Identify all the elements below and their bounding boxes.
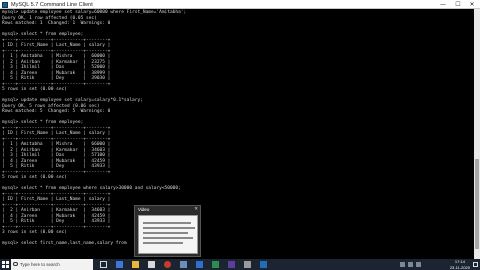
maximize-button[interactable]: ☐ xyxy=(451,0,465,9)
thumbnail-row xyxy=(143,242,183,244)
scrollbar-thumb[interactable] xyxy=(475,159,479,249)
store-icon[interactable] xyxy=(148,261,155,268)
app-icon[interactable] xyxy=(260,261,267,268)
thumbnail-row xyxy=(143,227,195,229)
video-thumbnail[interactable] xyxy=(138,215,198,254)
volume-icon[interactable] xyxy=(408,262,413,267)
app-icon[interactable] xyxy=(228,261,235,268)
close-button[interactable]: ✕ xyxy=(465,0,479,9)
minimize-button[interactable]: — xyxy=(436,0,450,9)
video-popup-title: Video xyxy=(138,207,150,212)
window-titlebar[interactable]: MySQL 5.7 Command Line Client — ☐ ✕ xyxy=(0,0,480,9)
notification-icon[interactable] xyxy=(473,262,478,267)
file-explorer-icon[interactable] xyxy=(132,261,139,268)
search-placeholder: Type here to search xyxy=(20,262,60,267)
task-view-icon[interactable] xyxy=(100,261,107,268)
windows-logo-icon xyxy=(6,261,9,264)
start-button[interactable] xyxy=(0,259,11,270)
network-icon[interactable] xyxy=(400,262,405,267)
clock-date: 23-11-2020 xyxy=(449,264,470,270)
taskbar-search-input[interactable]: Type here to search xyxy=(11,259,93,270)
clock[interactable]: 17:14 23-11-2020 xyxy=(450,259,470,270)
console-line: mysql> update employee set salary=60000 … xyxy=(2,10,187,15)
word-icon[interactable] xyxy=(196,261,203,268)
thumbnail-row xyxy=(143,222,191,224)
excel-icon[interactable] xyxy=(212,261,219,268)
thumbnail-row xyxy=(143,237,193,239)
console-line: mysql> select * from employee where sala… xyxy=(2,186,181,191)
mysql-taskbar-icon[interactable] xyxy=(180,261,187,268)
search-icon xyxy=(13,261,18,266)
thumbnail-row xyxy=(143,232,188,234)
windows-logo-icon xyxy=(2,261,5,264)
video-popup-close-icon[interactable]: ✕ xyxy=(194,207,198,213)
vertical-scrollbar[interactable] xyxy=(474,9,480,259)
console-output[interactable]: mysql> update employee set salary=60000 … xyxy=(0,9,474,259)
video-preview-popup[interactable]: Video ✕ xyxy=(134,205,201,257)
window-title: MySQL 5.7 Command Line Client xyxy=(11,1,93,8)
edge-browser-icon[interactable] xyxy=(116,261,123,268)
mysql-app-icon xyxy=(2,1,8,8)
battery-icon[interactable] xyxy=(416,262,421,267)
windows-logo-icon xyxy=(6,265,9,268)
chrome-browser-icon[interactable] xyxy=(164,261,171,268)
app-icon[interactable] xyxy=(244,261,251,268)
taskbar: Type here to search 17:14 23-11-2020 xyxy=(0,259,480,270)
windows-logo-icon xyxy=(2,265,5,268)
